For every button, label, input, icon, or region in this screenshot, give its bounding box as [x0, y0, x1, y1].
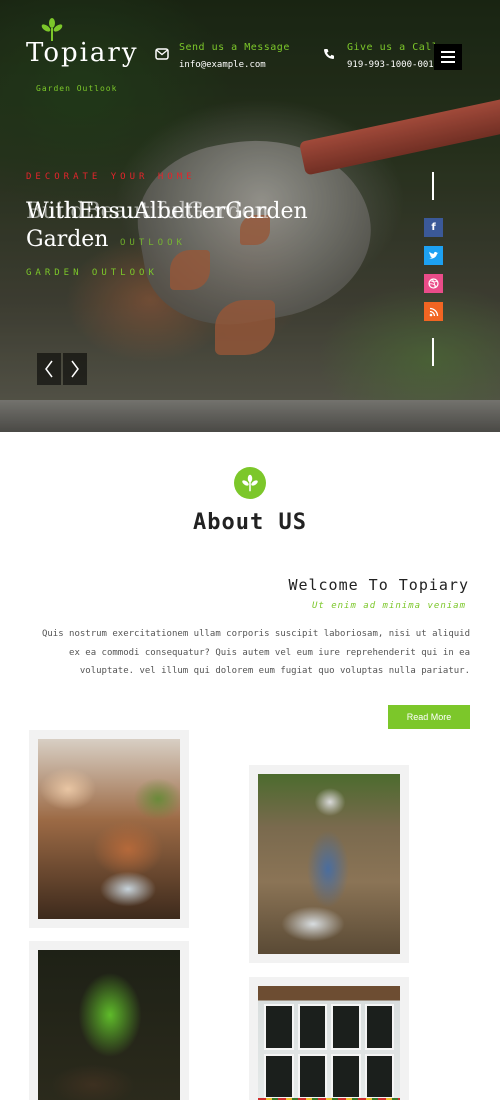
about-title: About US [193, 510, 307, 535]
about-heading: Welcome To Topiary [288, 576, 469, 594]
rss-icon [429, 307, 438, 316]
gallery-photo-planting[interactable] [29, 730, 189, 928]
hamburger-icon [441, 51, 455, 53]
facebook-link[interactable]: f [424, 218, 443, 237]
gallery-photo-gardener[interactable] [249, 765, 409, 963]
hero-tag-ghost: OUTLOOK [120, 238, 186, 248]
menu-button[interactable] [434, 44, 462, 70]
chevron-left-icon [45, 360, 53, 378]
hero-title-line1: WithEnsuAlbetterGarden [26, 199, 308, 224]
envelope-icon [155, 48, 169, 60]
chevron-right-icon [71, 360, 79, 378]
social-divider-bottom [432, 338, 434, 366]
window-panes [264, 1004, 394, 1099]
brand-name: Topiary [26, 38, 139, 68]
phone-icon [324, 49, 334, 59]
social-divider-top [432, 172, 434, 200]
about-badge [234, 467, 266, 499]
next-slide-button[interactable] [63, 353, 87, 385]
contact-phone-label: Give us a Call [347, 42, 439, 53]
dribbble-link[interactable] [424, 274, 443, 293]
slider-controls [37, 353, 87, 385]
photo-image [258, 986, 400, 1100]
contact-phone-value[interactable]: 919-993-1000-001 [347, 60, 434, 70]
about-paragraph: Quis nostrum exercitationem ullam corpor… [41, 629, 470, 676]
read-more-button[interactable]: Read More [388, 705, 470, 729]
about-subheading: Ut enim ad minima veniam [311, 601, 466, 611]
twitter-icon [429, 251, 439, 259]
leaf-icon [242, 474, 258, 492]
hero-tag: GARDEN OUTLOOK [26, 268, 158, 278]
brand-tagline: Garden Outlook [36, 84, 118, 93]
gallery-photo-seedling[interactable] [29, 941, 189, 1100]
twitter-link[interactable] [424, 246, 443, 265]
dribbble-icon [428, 278, 439, 289]
rss-link[interactable] [424, 302, 443, 321]
contact-email-value[interactable]: info@example.com [179, 60, 266, 70]
photo-image [38, 739, 180, 919]
photo-image [38, 950, 180, 1100]
hero-kicker: DECORATE YOUR HOME [26, 172, 196, 182]
hero-banner: Topiary Garden Outlook Send us a Message… [0, 0, 500, 432]
prev-slide-button[interactable] [37, 353, 61, 385]
contact-email-label: Send us a Message [179, 42, 290, 53]
gallery-photo-window[interactable] [249, 977, 409, 1100]
facebook-icon: f [431, 222, 436, 233]
photo-image [258, 774, 400, 954]
